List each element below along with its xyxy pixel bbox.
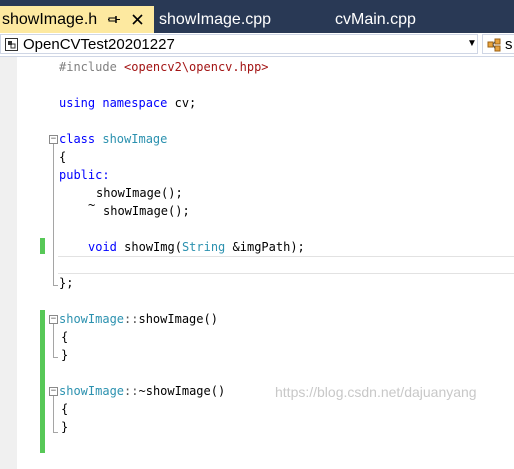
tab-showimage-cpp[interactable]: showImage.cpp — [156, 6, 309, 33]
code-editor[interactable]: − − − #include <opencv2\opencv.hpp> usin… — [0, 57, 514, 469]
current-line-highlight — [58, 256, 514, 274]
change-indicator — [40, 238, 45, 254]
code-line-method: void showImg(String &imgPath); — [88, 240, 305, 254]
code-line-class-close: }; — [59, 276, 74, 290]
fold-guide-end — [53, 357, 58, 358]
code-line-ctor: showImage(); — [96, 186, 183, 200]
code-line-brace-open: { — [61, 402, 69, 416]
fold-guide — [53, 396, 54, 432]
collapse-icon[interactable]: − — [49, 387, 58, 396]
collapse-icon[interactable]: − — [49, 135, 58, 144]
close-icon[interactable] — [131, 13, 144, 26]
code-line-dtor-tilde: ~ — [88, 198, 96, 212]
fold-guide-end — [53, 432, 58, 433]
watermark: https://blog.csdn.net/dajuanyang — [275, 384, 477, 400]
class-scope-dropdown[interactable]: s — [482, 34, 514, 54]
change-indicator — [40, 310, 45, 453]
class-icon — [487, 38, 501, 52]
navigation-bar: OpenCVTest20201227 ▼ s — [0, 33, 514, 57]
pin-icon[interactable] — [108, 13, 121, 26]
code-line-brace-close: } — [61, 348, 69, 362]
code-line-brace-close: } — [61, 420, 69, 434]
fold-guide — [53, 324, 54, 357]
fold-guide-end — [53, 285, 58, 286]
code-line-dtor: showImage(); — [103, 204, 190, 218]
code-line-include: #include <opencv2\opencv.hpp> — [59, 60, 269, 74]
tab-cvmain-cpp[interactable]: cvMain.cpp — [325, 6, 485, 33]
code-line-using: using namespace cv; — [59, 96, 197, 110]
project-label: OpenCVTest20201227 — [23, 36, 175, 53]
code-line-dtor-def: showImage::~showImage() — [59, 384, 226, 398]
document-tab-strip: showImage.h showImage.cpp cvMain.cpp — [0, 0, 514, 33]
project-dropdown[interactable]: OpenCVTest20201227 ▼ — [0, 34, 478, 54]
project-icon — [5, 38, 18, 51]
code-line-brace-open: { — [61, 330, 69, 344]
code-line-open-brace: { — [59, 150, 67, 164]
chevron-down-icon[interactable]: ▼ — [467, 38, 477, 49]
code-line-ctor-def: showImage::showImage() — [59, 312, 218, 326]
tab-label: showImage.h — [2, 11, 98, 28]
code-line-class-decl: class showImage — [59, 132, 168, 146]
class-scope-label: s — [505, 36, 513, 53]
code-line-public: public: — [59, 168, 110, 182]
fold-guide — [53, 144, 54, 285]
collapse-icon[interactable]: − — [49, 315, 58, 324]
indicator-margin — [0, 57, 17, 469]
tab-label: showImage.cpp — [159, 11, 272, 28]
tab-label: cvMain.cpp — [335, 11, 416, 28]
tab-showimage-h[interactable]: showImage.h — [0, 6, 154, 33]
